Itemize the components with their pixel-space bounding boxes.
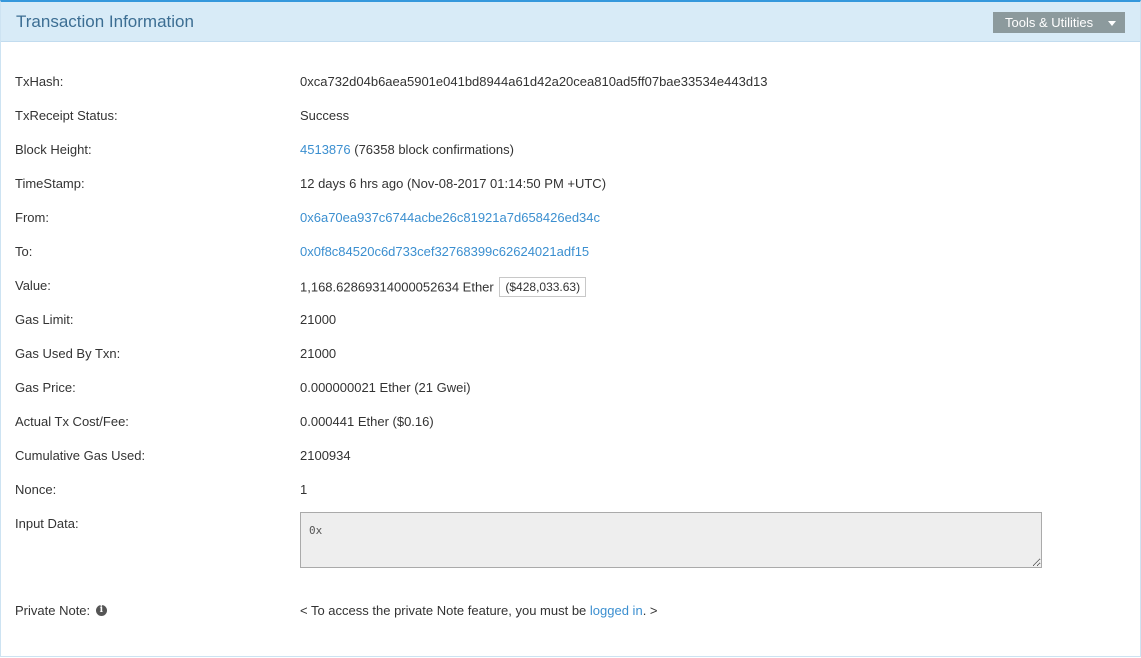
timestamp-label: TimeStamp: xyxy=(15,176,85,191)
input-data-label: Input Data: xyxy=(15,516,79,531)
txhash-value: 0xca732d04b6aea5901e041bd8944a61d42a20ce… xyxy=(300,74,768,89)
row-timestamp: TimeStamp: 12 days 6 hrs ago (Nov-08-201… xyxy=(15,176,1115,196)
note-suffix: . > xyxy=(642,603,658,618)
to-address-link[interactable]: 0x0f8c84520c6d733cef32768399c62624021adf… xyxy=(300,244,589,259)
row-from: From: 0x6a70ea937c6744acbe26c81921a7d658… xyxy=(15,210,1115,230)
logged-in-link[interactable]: logged in xyxy=(590,603,643,618)
private-note-message: < To access the private Note feature, yo… xyxy=(300,603,658,618)
gas-limit-value: 21000 xyxy=(300,312,337,327)
gas-price-label: Gas Price: xyxy=(15,380,76,395)
row-nonce: Nonce: 1 xyxy=(15,482,1115,502)
status-label: TxReceipt Status: xyxy=(15,108,118,123)
block-height-label: Block Height: xyxy=(15,142,92,157)
txhash-label: TxHash: xyxy=(15,74,64,89)
note-prefix: < To access the private Note feature, yo… xyxy=(300,603,590,618)
row-gas-used: Gas Used By Txn: 21000 xyxy=(15,346,1115,366)
row-txhash: TxHash: 0xca732d04b6aea5901e041bd8944a61… xyxy=(15,74,1115,94)
private-note-label-wrap: Private Note: i xyxy=(15,603,107,618)
to-label: To: xyxy=(15,244,33,259)
private-note-label: Private Note: xyxy=(15,603,91,618)
row-gas-limit: Gas Limit: 21000 xyxy=(15,312,1115,332)
value-label: Value: xyxy=(15,278,51,293)
cumulative-gas-value: 2100934 xyxy=(300,448,351,463)
input-data-textarea[interactable]: 0x xyxy=(300,512,1042,568)
page-title: Transaction Information xyxy=(16,12,194,31)
row-private-note: Private Note: i < To access the private … xyxy=(15,603,1115,623)
tx-fee-label: Actual Tx Cost/Fee: xyxy=(15,414,129,429)
caret-down-icon xyxy=(1108,21,1116,26)
tools-utilities-label: Tools & Utilities xyxy=(1005,15,1094,30)
block-confirmations: (76358 block confirmations) xyxy=(350,142,514,157)
cumulative-gas-label: Cumulative Gas Used: xyxy=(15,448,146,463)
value-amount: 1,168.62869314000052634 Ether xyxy=(300,279,494,295)
row-gas-price: Gas Price: 0.000000021 Ether (21 Gwei) xyxy=(15,380,1115,400)
gas-price-value: 0.000000021 Ether (21 Gwei) xyxy=(300,380,471,395)
gas-limit-label: Gas Limit: xyxy=(15,312,74,327)
row-status: TxReceipt Status: Success xyxy=(15,108,1115,128)
row-value: Value: 1,168.62869314000052634 Ether ($4… xyxy=(15,277,1115,298)
panel-header: Transaction Information Tools & Utilitie… xyxy=(1,2,1140,42)
status-value: Success xyxy=(300,108,350,123)
block-height-value: 4513876 (76358 block confirmations) xyxy=(300,142,514,157)
nonce-label: Nonce: xyxy=(15,482,57,497)
row-to: To: 0x0f8c84520c6d733cef32768399c6262402… xyxy=(15,244,1115,264)
timestamp-value: 12 days 6 hrs ago (Nov-08-2017 01:14:50 … xyxy=(300,176,607,191)
gas-used-label: Gas Used By Txn: xyxy=(15,346,121,361)
tools-utilities-dropdown[interactable]: Tools & Utilities xyxy=(993,12,1125,33)
row-cumulative-gas: Cumulative Gas Used: 2100934 xyxy=(15,448,1115,468)
from-label: From: xyxy=(15,210,49,225)
usd-value-badge: ($428,033.63) xyxy=(499,277,587,297)
from-address-link[interactable]: 0x6a70ea937c6744acbe26c81921a7d658426ed3… xyxy=(300,210,600,225)
gas-used-value: 21000 xyxy=(300,346,337,361)
tx-fee-value: 0.000441 Ether ($0.16) xyxy=(300,414,434,429)
info-circle-icon[interactable]: i xyxy=(95,605,107,617)
block-number-link[interactable]: 4513876 xyxy=(300,142,351,157)
value-amount-wrap: 1,168.62869314000052634 Ether ($428,033.… xyxy=(300,277,587,298)
row-block-height: Block Height: 4513876 (76358 block confi… xyxy=(15,142,1115,162)
nonce-value: 1 xyxy=(300,482,308,497)
row-tx-fee: Actual Tx Cost/Fee: 0.000441 Ether ($0.1… xyxy=(15,414,1115,434)
